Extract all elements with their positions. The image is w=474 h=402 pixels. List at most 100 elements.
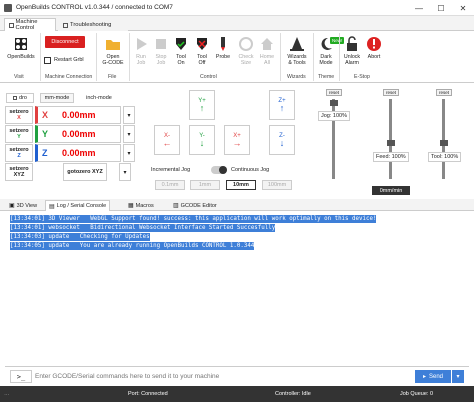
- inch-mode-tab[interactable]: inch-mode: [82, 93, 116, 103]
- mm-mode-tab[interactable]: mm-mode: [40, 93, 74, 103]
- incremental-jog-label: Incremental Jog: [151, 167, 191, 173]
- abort-label: Abort: [367, 54, 381, 60]
- setzero-xyz-button[interactable]: setzero XYZ: [5, 163, 33, 181]
- step-100mm-button[interactable]: 100mm: [262, 180, 292, 190]
- gotozero-xyz-button[interactable]: gotozero XYZ: [63, 163, 107, 181]
- abort-button[interactable]: Abort: [364, 36, 384, 60]
- tab-macros[interactable]: ▦ Macros: [125, 200, 157, 211]
- dro-row-y: setzero Y Y 0.00mm ▾: [5, 125, 135, 143]
- group-label-theme: Theme: [318, 74, 335, 80]
- command-input[interactable]: [35, 370, 407, 383]
- dro-tab[interactable]: dro: [6, 93, 34, 103]
- tab-log-serial-console[interactable]: ▤ Log / Serial Console: [45, 200, 111, 211]
- wizards-tools-button[interactable]: Wizards & Tools: [284, 36, 310, 66]
- tab-3d-view[interactable]: ▣ 3D View: [6, 200, 40, 211]
- toggle-knob: [219, 166, 227, 174]
- console-line: [13:34:05] update You are already runnin…: [10, 242, 255, 250]
- group-label-control: Control: [200, 74, 217, 80]
- tool-override-handle[interactable]: [440, 140, 448, 146]
- arrow-up-icon: ↑: [279, 103, 285, 113]
- restart-icon: [44, 56, 51, 64]
- tab-gcode-editor[interactable]: ▥ GCODE Editor: [170, 200, 220, 211]
- app-icon: [4, 4, 12, 12]
- jog-x-minus-button[interactable]: X- ←: [154, 125, 180, 155]
- maximize-button[interactable]: ☐: [430, 0, 452, 16]
- wrench-icon: [63, 22, 68, 28]
- stop-job-button[interactable]: Stop Job: [151, 36, 171, 66]
- jog-x-plus-button[interactable]: X+ →: [224, 125, 250, 155]
- close-button[interactable]: ✕: [452, 0, 474, 16]
- axis-label-x: X: [42, 110, 49, 120]
- disconnect-button[interactable]: Disconnect: [45, 36, 85, 48]
- feed-override-handle[interactable]: [387, 140, 395, 146]
- feed-reset-button[interactable]: reset: [383, 89, 399, 96]
- probe-label: Probe: [215, 54, 231, 60]
- group-divider: [313, 33, 314, 81]
- tool-override-track[interactable]: [442, 99, 445, 179]
- y-dropdown-caret[interactable]: ▾: [123, 125, 135, 143]
- setzero-x-button[interactable]: setzero X: [5, 106, 33, 124]
- setzero-y-button[interactable]: setzero Y: [5, 125, 33, 143]
- jog-z-minus-button[interactable]: Z- ↓: [269, 125, 295, 155]
- x-dropdown-caret[interactable]: ▾: [123, 106, 135, 124]
- console-icon: ▤: [49, 203, 55, 210]
- home-all-button[interactable]: Home All: [257, 36, 277, 66]
- open-gcode-button[interactable]: Open G-CODE: [100, 36, 126, 66]
- tool-on-button[interactable]: Tool On: [171, 36, 191, 66]
- group-divider: [96, 33, 97, 81]
- abort-icon: [367, 37, 381, 51]
- jog-y-minus-button[interactable]: Y- ↓: [189, 125, 215, 155]
- z-dropdown-caret[interactable]: ▾: [123, 144, 135, 162]
- check-size-button[interactable]: Check Size: [236, 36, 256, 66]
- jog-reset-button[interactable]: reset: [326, 89, 342, 96]
- tool-on-label: Tool On: [176, 54, 186, 66]
- console-msg: update You are already running OpenBuild…: [44, 243, 255, 249]
- setzero-axis: X: [17, 115, 21, 121]
- xyz-dropdown-caret[interactable]: ▾: [119, 163, 131, 181]
- restart-grbl-button[interactable]: Restart Grbl: [44, 55, 94, 65]
- run-job-button[interactable]: Run Job: [131, 36, 151, 66]
- console-line: [13:34:01] 3D Viewer WebGL Support found…: [10, 215, 377, 223]
- feed-override-label: Feed: 100%: [373, 152, 409, 162]
- console-msg: 3D Viewer WebGL Support found! success: …: [44, 216, 377, 222]
- check-size-label: Check Size: [238, 54, 254, 66]
- code-icon: ▥: [173, 203, 179, 209]
- send-button[interactable]: ▸ Send: [415, 370, 451, 383]
- group-divider: [129, 33, 130, 81]
- feed-override-track[interactable]: [389, 99, 392, 179]
- command-bar: >_ ▸Send ▾: [5, 366, 469, 385]
- group-divider: [280, 33, 281, 81]
- openbuilds-logo-icon: [15, 38, 27, 50]
- dro-icon: [13, 96, 18, 100]
- jog-y-plus-button[interactable]: Y+ ↑: [189, 90, 215, 120]
- minimize-button[interactable]: —: [408, 0, 430, 16]
- z-position-display: Z 0.00mm: [35, 144, 121, 162]
- terminal-prompt-icon: >_: [10, 370, 32, 383]
- check-size-icon: [239, 37, 253, 51]
- step-0-1mm-button[interactable]: 0.1mm: [155, 180, 185, 190]
- unlock-alarm-button[interactable]: Unlock Alarm: [341, 36, 363, 66]
- window-title: OpenBuilds CONTROL v1.0.344 / connected …: [16, 4, 173, 11]
- tab-label: Troubleshooting: [70, 22, 112, 28]
- jog-z-plus-button[interactable]: Z+ ↑: [269, 90, 295, 120]
- tool-off-button[interactable]: Tool Off: [192, 36, 212, 66]
- send-dropdown-caret[interactable]: ▾: [452, 370, 464, 383]
- probe-button[interactable]: Probe: [213, 36, 233, 60]
- setzero-z-button[interactable]: setzero Z: [5, 144, 33, 162]
- tab-troubleshooting[interactable]: Troubleshooting: [58, 18, 128, 31]
- openbuilds-button[interactable]: OpenBuilds: [6, 36, 36, 60]
- jog-override-handle[interactable]: [330, 100, 338, 106]
- tab-label: Macros: [135, 202, 154, 209]
- setzero-axis: Y: [17, 134, 21, 140]
- step-1mm-button[interactable]: 1mm: [190, 180, 220, 190]
- serial-console[interactable]: [13:34:01] 3D Viewer WebGL Support found…: [5, 213, 469, 363]
- tab-label: Log / Serial Console: [56, 203, 107, 209]
- tab-label: Machine Control: [15, 19, 38, 31]
- tool-override-label: Tool: 100%: [428, 152, 462, 162]
- group-label-wizards: Wizards: [287, 74, 306, 80]
- tool-reset-button[interactable]: reset: [436, 89, 452, 96]
- tab-machine-control[interactable]: Machine Control: [4, 18, 56, 31]
- dark-mode-label: Dark Mode: [319, 54, 333, 66]
- jog-mode-toggle[interactable]: [211, 166, 227, 174]
- step-10mm-button[interactable]: 10mm: [226, 180, 256, 190]
